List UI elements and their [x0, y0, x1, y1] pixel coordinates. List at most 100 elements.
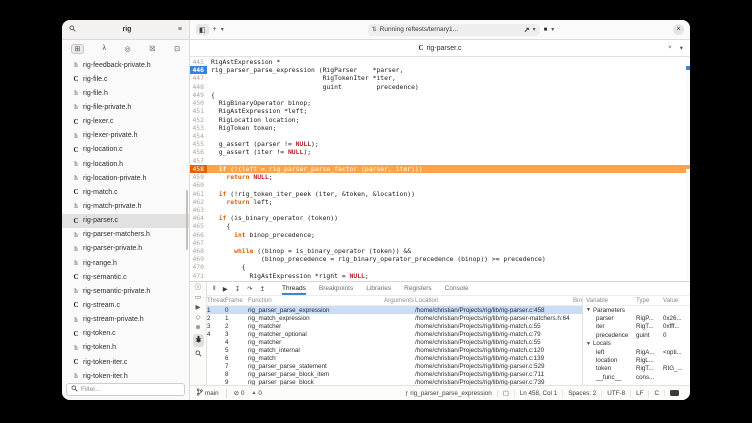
line-number[interactable]: 455 [190, 140, 207, 148]
build-icon[interactable]: ⊡ [174, 45, 180, 53]
line-number[interactable]: 460 [190, 181, 207, 189]
file-item[interactable]: Crig-file.c [62, 72, 189, 86]
line-number[interactable]: 470 [190, 263, 207, 271]
thread-row[interactable]: 21rig_match_expression/home/christian/Pr… [207, 314, 582, 322]
run-icon[interactable]: ↗ [524, 26, 530, 34]
thread-row[interactable]: 5rig_match_internal/home/christian/Proje… [207, 346, 582, 354]
variable-row[interactable]: parserRigP...0x26... [583, 314, 690, 322]
line-number[interactable]: 469 [190, 255, 207, 263]
file-item[interactable]: Crig-semantic.c [62, 270, 189, 284]
code-line[interactable]: 464 if (is_binary_operator (token)) [190, 214, 690, 222]
symbols-icon[interactable]: λ [102, 45, 106, 52]
tab-list-caret-icon[interactable]: ▾ [680, 44, 683, 52]
line-number[interactable]: 467 [190, 239, 207, 247]
code-line[interactable]: 451 RigAstExpression *left; [190, 107, 690, 115]
code-line[interactable]: 465 { [190, 222, 690, 230]
output-icon[interactable]: ▭ [195, 295, 201, 302]
expander-icon[interactable]: ▼ [586, 307, 591, 313]
pause-button[interactable]: ‖ [213, 285, 216, 292]
line-number[interactable]: 447 [190, 74, 207, 82]
code-line[interactable]: 469 (binop_precedence = rig_binary_opera… [190, 255, 690, 263]
warning-count[interactable]: ▲ 0 [251, 390, 261, 397]
file-item[interactable]: hrig-location-private.h [62, 171, 189, 185]
code-line[interactable]: 453 RigToken token; [190, 124, 690, 132]
sidebar-scrollbar[interactable] [186, 190, 188, 250]
new-tab-button[interactable]: + [213, 26, 217, 33]
code-line[interactable]: 448 guint precedence) [190, 83, 690, 91]
expander-icon[interactable]: ▼ [586, 341, 591, 347]
file-item[interactable]: hrig-file-private.h [62, 100, 189, 114]
variable-row[interactable]: tokenRigT...RIG_... [583, 365, 690, 373]
code-line[interactable]: 466 int binop_precedence; [190, 231, 690, 239]
breakpoints-icon[interactable]: ◇ [196, 315, 201, 322]
thread-row[interactable]: 43rig_matcher_optional/home/christian/Pr… [207, 330, 582, 338]
line-number[interactable]: 457 [190, 157, 207, 165]
debugger-icon[interactable] [193, 334, 204, 347]
filter-input[interactable]: Filter... [66, 383, 185, 396]
thread-row[interactable]: 10rig_parser_parse_expression/home/chris… [207, 306, 582, 314]
file-item[interactable]: hrig-semantic-private.h [62, 284, 189, 298]
file-item[interactable]: hrig-match-private.h [62, 199, 189, 213]
line-number[interactable]: 445 [190, 58, 207, 66]
code-line[interactable]: 449{ [190, 91, 690, 99]
branch-indicator[interactable]: main [196, 388, 219, 398]
code-line[interactable]: 468 while ((binop = is_binary_operator (… [190, 247, 690, 255]
run-output-icon[interactable]: ▶ [196, 305, 201, 312]
panel-toggle-icon[interactable]: ◧ [196, 24, 209, 35]
file-item[interactable]: Crig-parser.c [62, 214, 189, 228]
line-ending[interactable]: LF [630, 390, 648, 397]
file-item[interactable]: hrig-parser-private.h [62, 242, 189, 256]
window-close-button[interactable]: × [673, 24, 684, 35]
debugger-tab-console[interactable]: Console [445, 282, 469, 295]
code-line[interactable]: 445RigAstExpression * [190, 58, 690, 66]
code-line[interactable]: 460 [190, 181, 690, 189]
search-icon[interactable] [69, 25, 76, 34]
target-icon[interactable]: ⊗ [195, 325, 200, 332]
file-item[interactable]: Crig-location.c [62, 143, 189, 157]
code-line[interactable]: 467 [190, 239, 690, 247]
menu-icon[interactable]: ≡ [178, 26, 182, 33]
file-item[interactable]: hrig-token.h [62, 341, 189, 355]
language-mode[interactable]: C [648, 390, 664, 397]
code-line[interactable]: 452 RigLocation location; [190, 116, 690, 124]
line-number[interactable]: 464 [190, 214, 207, 222]
step-out-button[interactable]: ↥ [260, 285, 265, 293]
variable-row[interactable]: iterRigT...0xfff... [583, 323, 690, 331]
file-item[interactable]: hrig-lexer-private.h [62, 129, 189, 143]
file-item[interactable]: Crig-lexer.c [62, 115, 189, 129]
line-number[interactable]: 468 [190, 247, 207, 255]
file-item[interactable]: Crig-token.c [62, 327, 189, 341]
line-number[interactable]: 466 [190, 231, 207, 239]
line-number[interactable]: 458 [190, 165, 207, 173]
thread-row[interactable]: 4rig_matcher/home/christian/Projects/rig… [207, 338, 582, 346]
line-number[interactable]: 471 [190, 272, 207, 280]
editor-tab[interactable]: Crig-parser.c [418, 44, 461, 52]
file-item[interactable]: Crig-match.c [62, 185, 189, 199]
code-line[interactable]: 459 return NULL; [190, 173, 690, 181]
search-icon[interactable] [195, 350, 202, 360]
file-item[interactable]: hrig-token-iter.h [62, 369, 189, 381]
thread-row[interactable]: 6rig_match/home/christian/Projects/rig/l… [207, 354, 582, 362]
file-item[interactable]: Crig-stream.c [62, 298, 189, 312]
line-number[interactable]: 454 [190, 132, 207, 140]
file-item[interactable]: hrig-file.h [62, 86, 189, 100]
code-line[interactable]: 447 RigTokenIter *iter, [190, 74, 690, 82]
line-number[interactable]: 461 [190, 190, 207, 198]
todo-icon[interactable]: ☒ [149, 45, 155, 53]
error-count[interactable]: ⊘ 0 [234, 390, 245, 397]
stop-caret-icon[interactable]: ▾ [551, 26, 554, 33]
code-line[interactable]: 457 [190, 157, 690, 165]
variable-group[interactable]: ▼Parameters [583, 306, 690, 314]
variable-row[interactable]: leftRigA...<opti... [583, 348, 690, 356]
code-line[interactable]: 463 [190, 206, 690, 214]
code-line[interactable]: 456 g_assert (iter != NULL); [190, 148, 690, 156]
line-number[interactable]: 451 [190, 107, 207, 115]
debugger-tab-threads[interactable]: Threads [282, 282, 306, 295]
line-number[interactable]: 463 [190, 206, 207, 214]
file-item[interactable]: hrig-parser-matchers.h [62, 228, 189, 242]
continue-button[interactable]: ▶ [223, 285, 228, 293]
code-line[interactable]: 471 RigAstExpression *right = NULL; [190, 272, 690, 280]
stop-button[interactable]: ■ [544, 27, 548, 33]
info-icon[interactable]: ⓘ [195, 285, 202, 292]
line-number[interactable]: 450 [190, 99, 207, 107]
